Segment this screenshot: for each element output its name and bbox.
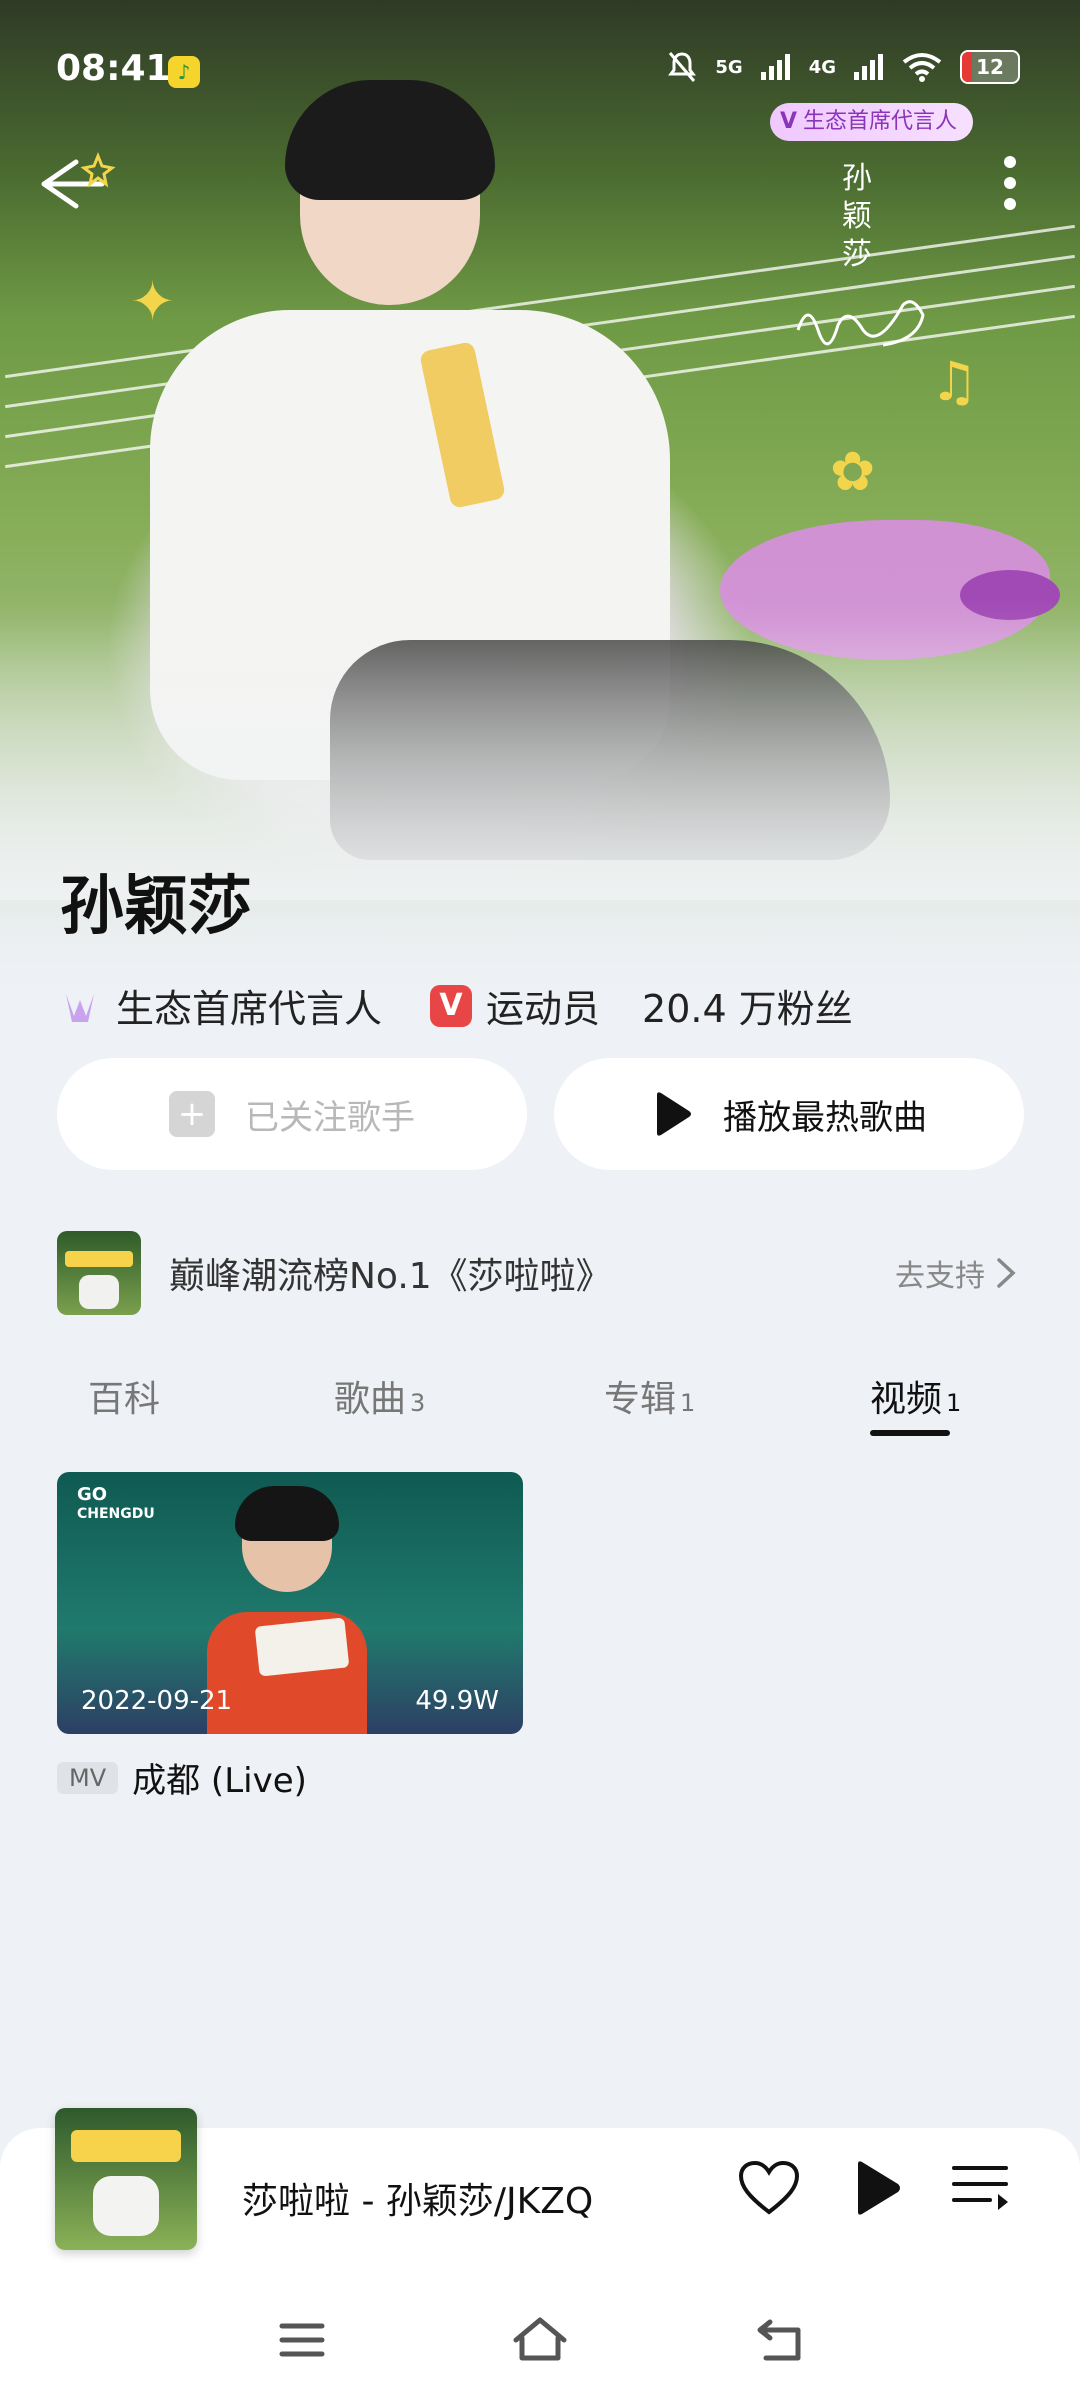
video-thumbnail[interactable]: GO CHENGDU 2022-09-21 49.9W [57,1472,523,1734]
nav-back-button[interactable] [752,2310,812,2370]
verified-badge-icon: V [430,984,473,1027]
nav-home-button[interactable] [510,2310,570,2370]
go-chengdu-logo: GO CHENGDU [77,1484,155,1523]
support-link-label: 去支持 [895,1259,985,1294]
return-icon [757,2319,801,2361]
heart-icon [738,2160,800,2215]
mv-tag: MV [57,1761,119,1794]
follow-artist-button[interactable]: + 已关注歌手 [57,1058,527,1170]
plus-icon: + [169,1091,215,1137]
tab-videos[interactable]: 视频 1 [870,1370,961,1422]
star-sticker-icon: ✦ [130,270,176,333]
crown-v-icon: V [780,109,798,134]
menu-icon [279,2323,325,2357]
network-5g: 5G [715,56,743,78]
play-icon [657,1092,691,1136]
video-title: 成都 (Live) [132,1761,307,1801]
hero-background: ✦ ♫ ✿ [0,0,1080,1000]
video-views: 49.9W [415,1686,499,1716]
signal-icon [854,54,883,80]
signature-name: 孙颖莎 [842,161,872,272]
tab-songs[interactable]: 歌曲 3 [334,1370,425,1422]
athlete-tag: 运动员 [486,987,601,1031]
player-play-button[interactable] [852,2160,902,2220]
player-song-title[interactable]: 莎啦啦 - 孙颖莎/JKZQ [242,2172,593,2224]
content-tabs: 百科 歌曲 3 专辑 1 视频 1 [0,1370,1080,1450]
qqmusic-notification-icon: ♪ [168,56,200,88]
spokesperson-tag: 生态首席代言人 [116,987,383,1031]
play-icon [858,2161,900,2215]
back-button[interactable] [36,150,116,220]
artist-meta-row: 生态首席代言人 V 运动员 20.4 万粉丝 [60,978,853,1033]
active-tab-indicator [870,1430,950,1436]
tab-wiki[interactable]: 百科 [88,1370,164,1422]
playlist-button[interactable] [950,2160,1012,2220]
player-album-cover[interactable] [55,2108,197,2250]
fan-count: 20.4 万粉丝 [642,987,853,1031]
like-button[interactable] [738,2160,800,2220]
signal-icon [760,54,790,80]
artist-name: 孙颖莎 [60,870,252,944]
spokesperson-crown-icon [66,993,94,1022]
more-vertical-icon [1004,156,1016,210]
home-icon [513,2317,567,2361]
wifi-icon [902,53,942,82]
ranking-text: 巅峰潮流榜No.1《莎啦啦》 [169,1256,612,1297]
video-title-row[interactable]: MV 成都 (Live) [57,1753,307,1802]
support-link[interactable]: 去支持 [895,1251,1017,1295]
ranking-album-thumbnail [57,1231,141,1315]
spokesperson-badge-label: 生态首席代言人 [803,109,958,134]
play-hot-label: 播放最热歌曲 [723,1097,927,1138]
tab-albums[interactable]: 专辑 1 [604,1370,695,1422]
network-4g: 4G [808,56,836,78]
playlist-icon [952,2166,1008,2210]
follow-label: 已关注歌手 [245,1097,415,1138]
battery-indicator: 12 [960,50,1020,84]
status-icons: 5G 4G 12 [667,50,1020,84]
chart-ranking-row[interactable]: 巅峰潮流榜No.1《莎啦啦》 去支持 [57,1228,1017,1318]
music-note-sticker-icon: ♫ [930,350,979,413]
back-arrow-icon [41,151,116,209]
flower-sticker-icon: ✿ [830,440,876,503]
more-options-button[interactable] [990,150,1030,220]
mute-bell-icon [668,52,697,82]
nav-menu-button[interactable] [272,2310,332,2370]
status-time: 08:41 [56,48,171,89]
handwritten-signature [796,300,925,347]
video-date: 2022-09-21 [81,1686,233,1716]
spokesperson-badge: V 生态首席代言人 [770,103,974,141]
chevron-right-icon [997,1258,1016,1288]
play-hot-songs-button[interactable]: 播放最热歌曲 [554,1058,1024,1170]
